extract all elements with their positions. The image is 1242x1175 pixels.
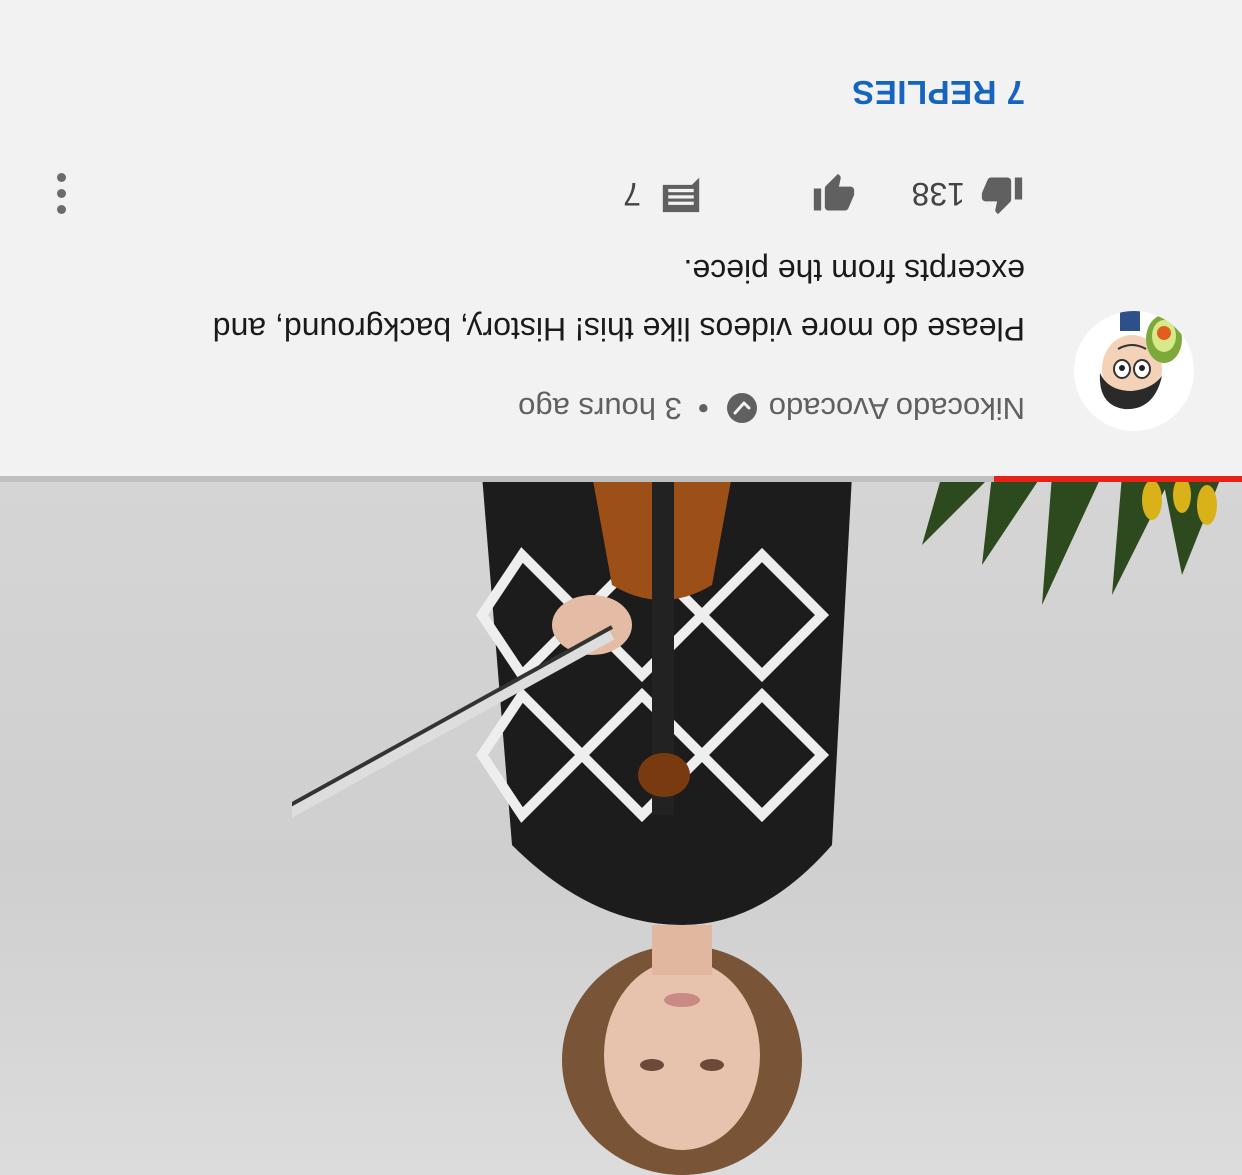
thumbs-down-icon <box>813 173 855 211</box>
more-dot <box>57 205 67 215</box>
verified-check-icon <box>726 393 757 423</box>
meta-separator: • <box>697 391 709 426</box>
comment-actions: 138 7 <box>25 164 1025 224</box>
like-count: 138 <box>911 176 965 213</box>
violinist-image <box>292 480 852 1175</box>
comment-text: Please do more videos like this! History… <box>212 253 1025 347</box>
comment-panel: Nikocado Avocado • 3 hours ago Please do… <box>0 0 1242 476</box>
comment-meta: Nikocado Avocado • 3 hours ago <box>518 390 1025 426</box>
view-replies-link[interactable]: 7 REPLIES <box>852 73 1025 111</box>
comment-time: 3 hours ago <box>518 391 682 426</box>
more-dot <box>57 189 67 199</box>
like-button[interactable]: 138 <box>912 164 1025 224</box>
dislike-button[interactable] <box>811 164 857 224</box>
comment-icon <box>662 177 700 213</box>
reply-button[interactable]: 7 <box>623 164 703 224</box>
more-dot <box>57 173 67 183</box>
thumbs-up-icon <box>981 177 1023 215</box>
avatar-image <box>1074 311 1194 431</box>
avatar[interactable] <box>1074 311 1194 431</box>
plant-image <box>922 480 1222 605</box>
reply-count: 7 <box>623 176 641 213</box>
more-vertical-icon[interactable] <box>42 164 82 224</box>
comment-author[interactable]: Nikocado Avocado <box>769 390 1025 426</box>
video-progress-fill <box>993 476 1242 482</box>
video-progress-bar[interactable] <box>0 476 1242 482</box>
video-player[interactable] <box>0 480 1242 1175</box>
